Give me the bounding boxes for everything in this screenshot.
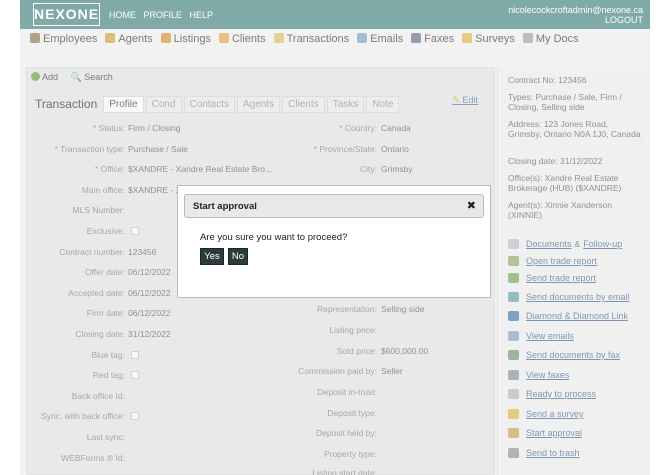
yes-button[interactable]: Yes [200, 248, 224, 265]
start-approval-dialog: Start approval ✖ Are you sure you want t… [177, 185, 491, 298]
dialog-message: Are you sure you want to proceed? [200, 232, 348, 243]
dialog-header: Start approval ✖ [184, 194, 484, 218]
close-icon[interactable]: ✖ [467, 199, 476, 212]
no-button[interactable]: No [228, 248, 248, 265]
dialog-title: Start approval [193, 201, 257, 212]
